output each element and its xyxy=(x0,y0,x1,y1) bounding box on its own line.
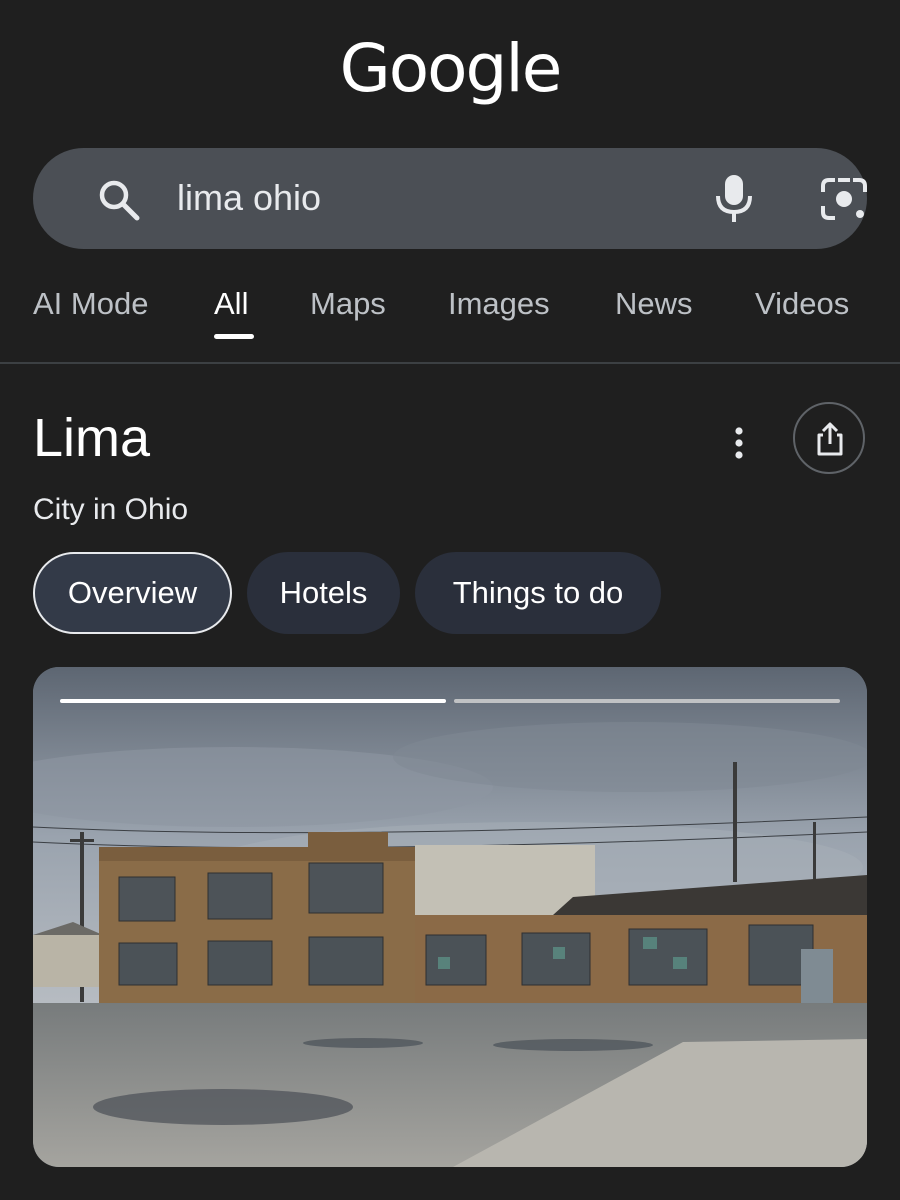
more-vert-icon[interactable] xyxy=(722,418,756,468)
tab-images[interactable]: Images xyxy=(448,284,550,324)
chip-overview[interactable]: Overview xyxy=(33,552,232,634)
search-results-page: Google lima ohio AI Mode All Maps Images… xyxy=(0,0,900,1200)
slide-indicator-1 xyxy=(60,699,446,703)
active-tab-indicator xyxy=(214,334,254,339)
search-input[interactable]: lima ohio xyxy=(177,176,321,220)
mic-icon[interactable] xyxy=(714,174,754,224)
tab-all[interactable]: All xyxy=(214,284,248,324)
entity-photo[interactable] xyxy=(33,667,867,1167)
chip-hotels[interactable]: Hotels xyxy=(247,552,400,634)
tab-maps[interactable]: Maps xyxy=(310,284,386,324)
share-button[interactable] xyxy=(793,402,865,474)
google-logo[interactable]: Google xyxy=(0,30,900,107)
entity-subtitle: City in Ohio xyxy=(33,493,189,526)
entity-title: Lima xyxy=(33,408,151,468)
slide-indicator-2 xyxy=(454,699,840,703)
tab-videos[interactable]: Videos xyxy=(755,284,849,324)
search-box[interactable]: lima ohio xyxy=(33,148,867,249)
tab-news[interactable]: News xyxy=(615,284,693,324)
share-icon xyxy=(817,422,843,456)
tab-ai-mode[interactable]: AI Mode xyxy=(33,284,148,324)
search-icon[interactable] xyxy=(97,178,141,222)
camera-lens-icon[interactable] xyxy=(819,176,869,222)
chip-things-to-do[interactable]: Things to do xyxy=(415,552,661,634)
photo-old-factory-building xyxy=(33,667,867,1167)
search-tabs: AI Mode All Maps Images News Videos xyxy=(0,280,900,362)
tabs-divider xyxy=(0,362,900,364)
